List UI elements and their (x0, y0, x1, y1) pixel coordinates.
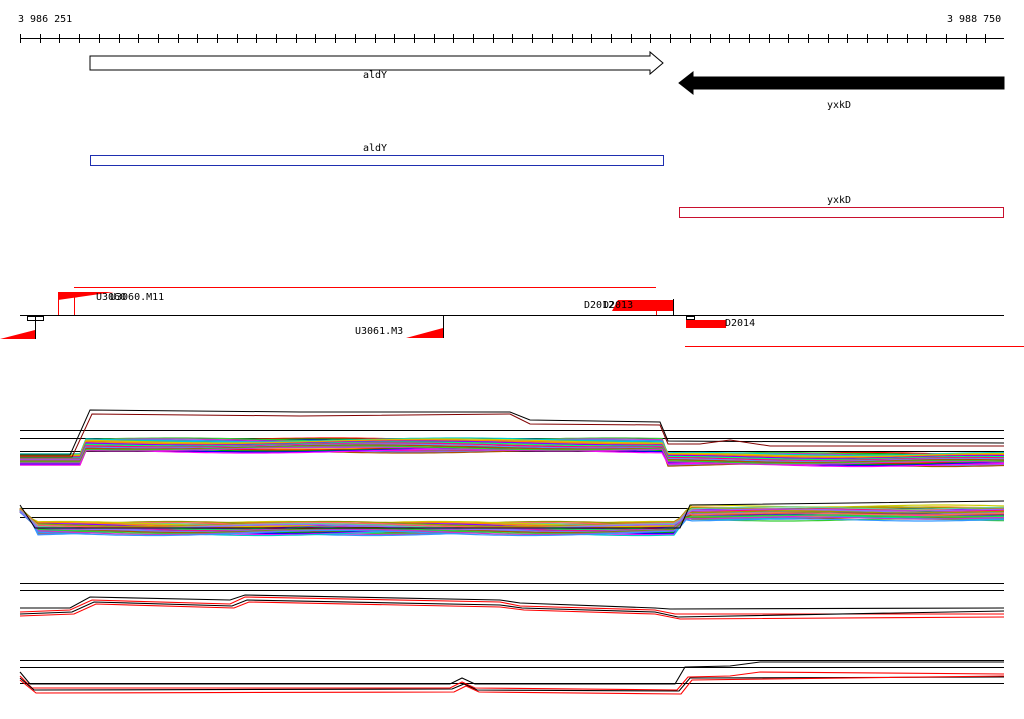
panel-4-series-line (19, 671, 1005, 691)
gene-label-yxkD: yxkD (827, 100, 852, 111)
cds-track (90, 155, 1004, 218)
axis-start-label: 3 986 251 (18, 14, 73, 25)
gene-track (89, 50, 1005, 96)
expression-panels (19, 409, 1005, 695)
feature-marker-D2014[interactable] (686, 320, 726, 328)
panel-3-series-line (19, 596, 1004, 615)
feature-label-U3061-M3: U3061.M3 (355, 326, 404, 337)
axis-end-label: 3 988 750 (947, 14, 1002, 25)
genome-browser-view: 3 986 251 3 988 750 aldY yxkD aldY yxkD … (0, 0, 1024, 714)
browser-canvas (0, 34, 1024, 695)
feature-label-D2014: D2014 (725, 318, 756, 329)
cds-label-yxkD: yxkD (827, 195, 852, 206)
coordinate-ruler (20, 34, 1004, 43)
feature-marker-U3061-M3[interactable] (406, 328, 443, 338)
gene-arrow-yxkD[interactable] (678, 70, 1005, 96)
cds-label-aldY: aldY (363, 143, 388, 154)
feature-marker-small (686, 316, 695, 320)
cds-box-yxkD[interactable] (679, 207, 1004, 218)
gene-label-aldY: aldY (363, 70, 388, 81)
feature-marker-left-reverse[interactable] (0, 330, 35, 339)
cds-box-aldY[interactable] (90, 155, 664, 166)
feature-label-U3060-M11: U3060.M11 (110, 292, 165, 303)
feature-label-D2013: D2013 (603, 300, 634, 311)
panel-4-series-line (19, 675, 1005, 695)
